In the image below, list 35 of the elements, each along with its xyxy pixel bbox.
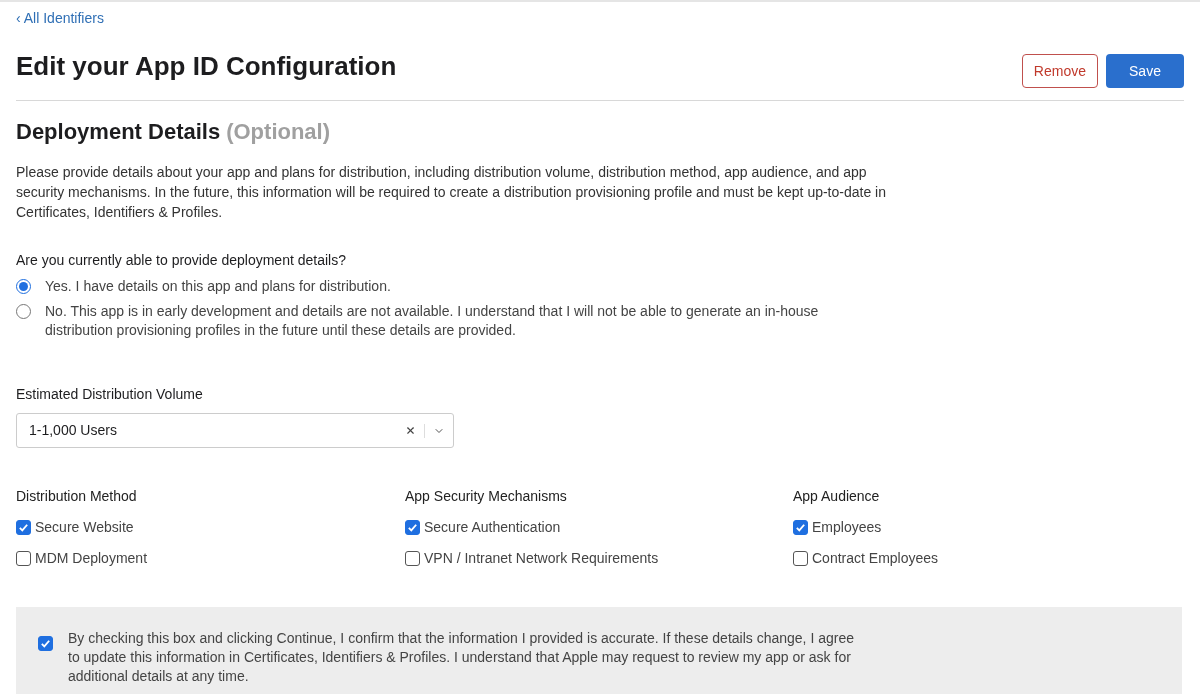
checkbox-label: Employees [812,518,882,537]
question-label: Are you currently able to provide deployment details? [16,251,347,270]
checkbox-label: MDM Deployment [35,549,148,568]
checkbox-label: Contract Employees [812,549,939,568]
checkbox[interactable] [405,551,420,566]
checkmark-icon [40,638,51,649]
select-value: 1-1,000 Users [29,421,118,440]
clear-icon[interactable] [405,425,416,436]
section-title: Deployment Details [16,118,221,146]
checkbox[interactable] [405,520,420,535]
remove-button[interactable]: Remove [1021,54,1098,88]
checkbox-label: Secure Website [35,518,134,537]
confirmation-text: By checking this box and clicking Continue, I confirm that the information I provided is accurate. If these details change, I agree to update this information in Certificates, Identifiers & Profiles. I understand that Apple may request to review my app or ask for additional details at any time. [68,629,855,686]
checkmark-icon [407,522,418,533]
checkmark-icon [795,522,806,533]
save-button[interactable]: Save [1106,54,1184,88]
section-description: Please provide details about your app and plans for distribution, including distribution volume, distribution method, app audience, and app security mechanisms. In the future, this information will be required to create a distribution provisioning profile and must be kept up-to-date in Certificates, Identifiers & Profiles. [16,163,886,222]
optional-label: (Optional) [226,118,331,146]
radio-label: Yes. I have details on this app and plans for distribution. [45,277,392,296]
checkbox-label: VPN / Intranet Network Requirements [424,549,659,568]
group-title: App Security Mechanisms [405,487,568,506]
radio-label: No. This app is in early development and details are not available. I understand that I will not be able to generate an in-house distribution provisioning profiles in the future until these details are provided. [45,302,820,340]
volume-select[interactable]: 1-1,000 Users [16,413,454,448]
group-title: App Audience [793,487,881,506]
checkbox[interactable] [16,520,31,535]
checkbox[interactable] [16,551,31,566]
checkmark-icon [18,522,29,533]
volume-label: Estimated Distribution Volume [16,385,204,404]
checkbox-label: Secure Authentication [424,518,561,537]
checkbox[interactable] [793,520,808,535]
checkbox[interactable] [793,551,808,566]
back-link[interactable]: ‹ All Identifiers [16,10,104,26]
page-title: Edit your App ID Configuration [16,49,397,83]
group-title: Distribution Method [16,487,138,506]
confirmation-checkbox[interactable] [38,636,53,651]
